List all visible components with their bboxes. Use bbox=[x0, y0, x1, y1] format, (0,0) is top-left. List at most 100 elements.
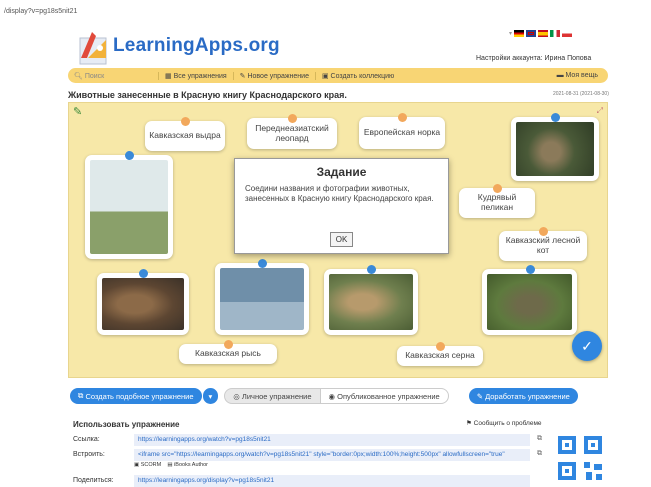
label-card[interactable]: Европейская норка bbox=[359, 113, 445, 149]
connector-dot[interactable] bbox=[539, 227, 548, 236]
collection-icon: ▣ bbox=[321, 72, 331, 80]
pencil-icon: ✎ bbox=[476, 391, 486, 401]
copy-icon: ⧉ bbox=[78, 391, 86, 400]
improve-exercise-button[interactable]: ✎ Доработать упражнение bbox=[468, 388, 578, 404]
flag-other-icon[interactable] bbox=[562, 30, 573, 37]
eye-off-icon: ◎ bbox=[233, 391, 242, 401]
nav-new-exercise[interactable]: ✎ Новое упражнение bbox=[232, 71, 315, 80]
ibooks-link[interactable]: ▤ iBooks Author bbox=[167, 462, 208, 468]
main-nav: 🔍︎ Поиск ▦ Все упражнения ✎ Новое упражн… bbox=[68, 68, 608, 83]
logo-icon[interactable] bbox=[78, 28, 110, 66]
nav-my-stuff[interactable]: ▬ Моя вещь bbox=[557, 72, 608, 79]
fullscreen-icon[interactable]: ⤢ bbox=[597, 106, 603, 116]
label-text: Кавказская выдра bbox=[149, 130, 221, 141]
copy-icon[interactable]: ⧉ bbox=[537, 435, 542, 443]
label-text: Кавказская рысь bbox=[195, 348, 261, 359]
photo-card[interactable] bbox=[511, 113, 599, 181]
nav-all-exercises[interactable]: ▦ Все упражнения bbox=[158, 71, 233, 80]
chevron-down-icon[interactable]: ▾ bbox=[509, 30, 512, 37]
embed-label: Встроить: bbox=[73, 451, 105, 458]
flag-icon: ⚑ bbox=[466, 420, 474, 427]
flag-es-icon[interactable] bbox=[538, 30, 549, 37]
photo-card[interactable] bbox=[324, 265, 418, 335]
report-label: Сообщить о проблеме bbox=[473, 420, 542, 427]
language-selector[interactable]: ▾ bbox=[509, 30, 573, 37]
connector-dot[interactable] bbox=[398, 113, 407, 122]
edit-icon[interactable]: ✎ bbox=[73, 106, 85, 118]
use-exercise-heading: Использовать упражнение bbox=[73, 420, 180, 429]
create-similar-button[interactable]: ⧉ Создать подобное упражнение bbox=[70, 388, 202, 404]
connector-dot[interactable] bbox=[258, 259, 267, 268]
search-input[interactable]: 🔍︎ Поиск bbox=[68, 72, 158, 80]
link-field[interactable]: https://learningapps.org/watch?v=pg18s5n… bbox=[134, 434, 530, 446]
dialog-title: Задание bbox=[316, 165, 367, 179]
label-card[interactable]: Кудрявый пеликан bbox=[459, 184, 535, 218]
connector-dot[interactable] bbox=[551, 113, 560, 122]
ok-button[interactable]: OK bbox=[330, 232, 353, 247]
nav-new-exercise-label: Новое упражнение bbox=[247, 72, 309, 80]
label-card[interactable]: Кавказский лесной кот bbox=[499, 227, 587, 261]
connector-dot[interactable] bbox=[436, 342, 445, 351]
nav-create-collection-label: Создать коллекцию bbox=[330, 72, 395, 80]
label-card[interactable]: Кавказская рысь bbox=[179, 340, 277, 364]
exercise-toolbar: ⧉ Создать подобное упражнение ▾ ◎ Личное… bbox=[70, 388, 578, 404]
pelican-photo bbox=[220, 268, 304, 330]
check-button[interactable]: ✓ bbox=[572, 331, 602, 361]
check-icon: ✓ bbox=[581, 337, 593, 354]
connector-dot[interactable] bbox=[367, 265, 376, 274]
account-settings-link[interactable]: Настройки аккаунта: Ирина Попова bbox=[476, 55, 591, 62]
published-label: Опубликованное упражнение bbox=[337, 391, 440, 401]
connector-dot[interactable] bbox=[181, 117, 190, 126]
copy-icon[interactable]: ⧉ bbox=[537, 450, 542, 458]
export-links: ▣ SCORM ▤ iBooks Author bbox=[134, 462, 208, 468]
photo-card[interactable] bbox=[97, 269, 189, 335]
leopard-photo bbox=[487, 274, 572, 330]
connector-dot[interactable] bbox=[224, 340, 233, 349]
label-card[interactable]: Кавказская выдра bbox=[145, 117, 225, 151]
eye-icon: ◉ bbox=[328, 391, 338, 401]
share-field[interactable]: https://learningapps.org/display?v=pg18s… bbox=[134, 475, 530, 487]
connector-dot[interactable] bbox=[525, 265, 535, 274]
improve-label: Доработать упражнение bbox=[485, 391, 570, 401]
connector-dot[interactable] bbox=[125, 151, 134, 160]
embed-field[interactable]: <iframe src="https://learningapps.org/wa… bbox=[134, 449, 530, 461]
photo-card[interactable] bbox=[482, 265, 577, 335]
search-placeholder: Поиск bbox=[84, 72, 105, 80]
personal-exercise-toggle[interactable]: ◎ Личное упражнение bbox=[224, 388, 321, 404]
label-text: Кавказская серна bbox=[405, 350, 475, 361]
link-label: Ссылка: bbox=[73, 436, 100, 443]
flag-uk-icon[interactable] bbox=[526, 30, 537, 37]
flag-it-icon[interactable] bbox=[550, 30, 561, 37]
grid-icon: ▦ bbox=[165, 72, 174, 80]
dialog-text: Соедини названия и фотографии животных, … bbox=[245, 184, 434, 203]
logo-text[interactable]: LearningApps.org bbox=[113, 35, 280, 57]
wildcat-photo bbox=[516, 122, 594, 176]
folder-icon: ▬ bbox=[556, 72, 566, 79]
create-similar-dropdown[interactable]: ▾ bbox=[202, 388, 219, 404]
connector-dot[interactable] bbox=[139, 269, 148, 278]
label-text: Переднеазиатский леопард bbox=[255, 122, 329, 143]
page-date: 2021-08-31 (2021-08-30) bbox=[553, 91, 609, 97]
photo-card[interactable] bbox=[85, 151, 173, 259]
label-card[interactable]: Кавказская серна bbox=[397, 342, 483, 366]
photo-card[interactable] bbox=[215, 259, 309, 335]
flag-de-icon[interactable] bbox=[514, 30, 525, 37]
published-exercise-toggle[interactable]: ◉ Опубликованное упражнение bbox=[320, 388, 449, 404]
page-title: Животные занесенные в Красную книгу Крас… bbox=[68, 90, 347, 100]
search-icon: 🔍︎ bbox=[74, 72, 83, 80]
label-card[interactable]: Переднеазиатский леопард bbox=[247, 114, 337, 149]
chevron-down-icon: ▾ bbox=[208, 391, 213, 401]
label-text: Кавказский лесной кот bbox=[505, 235, 581, 255]
ibooks-label: iBooks Author bbox=[174, 462, 209, 468]
report-problem-link[interactable]: ⚑ Сообщить о проблеме bbox=[466, 419, 542, 427]
otter-photo bbox=[102, 278, 184, 330]
scorm-link[interactable]: ▣ SCORM bbox=[134, 462, 161, 468]
label-text: Европейская норка bbox=[363, 127, 441, 138]
nav-create-collection[interactable]: ▣ Создать коллекцию bbox=[314, 71, 400, 80]
qr-code-icon[interactable] bbox=[556, 434, 604, 482]
url-bar[interactable]: /display?v=pg18s5nit21 bbox=[4, 8, 77, 15]
label-text: Кудрявый пеликан bbox=[477, 192, 517, 212]
connector-dot[interactable] bbox=[493, 184, 502, 193]
nav-all-exercises-label: Все упражнения bbox=[173, 72, 227, 80]
connector-dot[interactable] bbox=[288, 114, 297, 123]
